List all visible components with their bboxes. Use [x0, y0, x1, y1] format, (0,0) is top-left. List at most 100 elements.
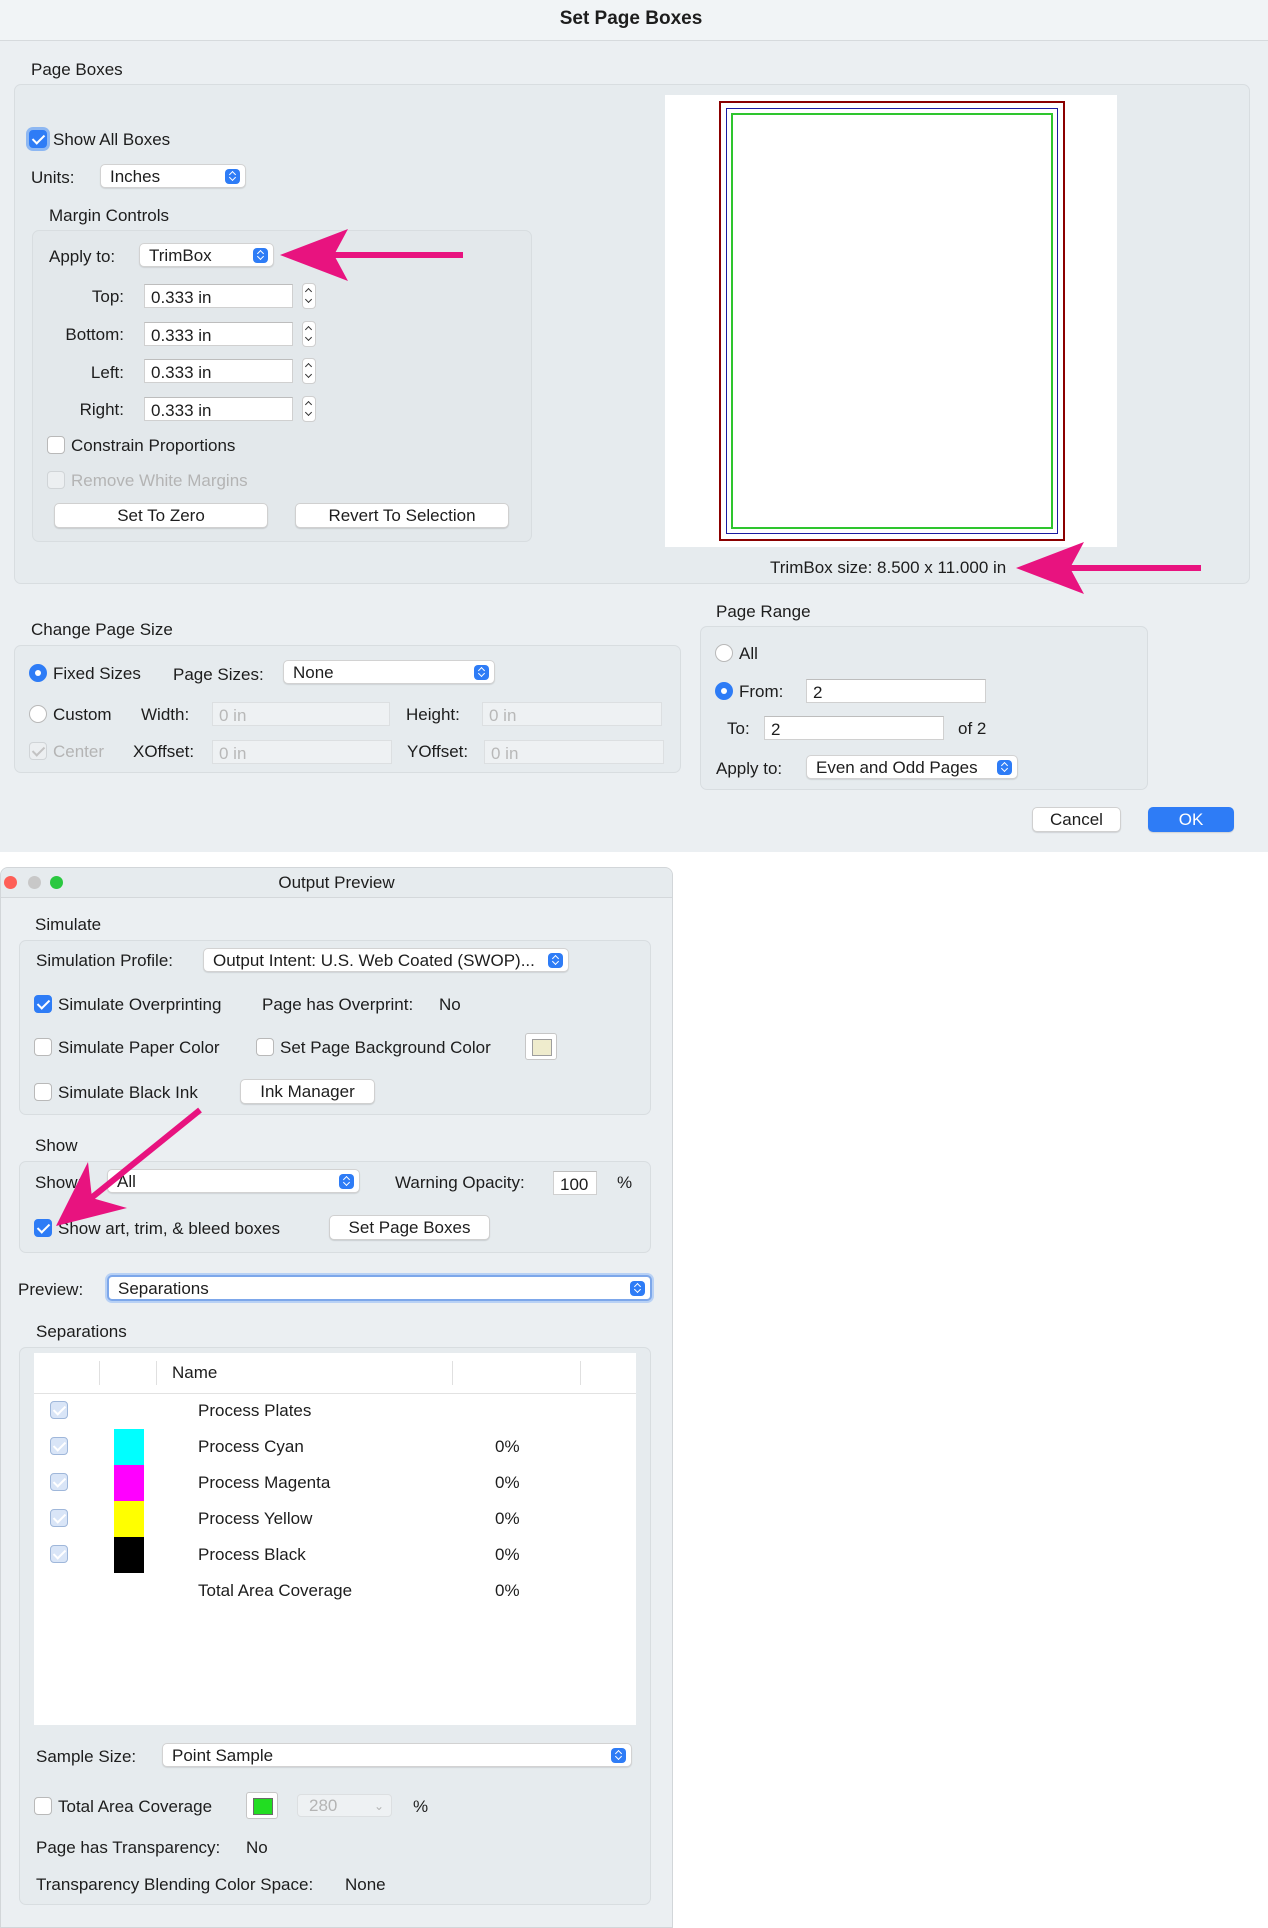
fixed-sizes-label[interactable]: Fixed Sizes: [53, 664, 141, 684]
constrain-proportions-checkbox[interactable]: [47, 436, 65, 454]
xoffset-field[interactable]: 0 in: [212, 740, 392, 764]
custom-label[interactable]: Custom: [53, 705, 112, 725]
row-visibility-checkbox[interactable]: [50, 1473, 68, 1491]
separation-name: Process Plates: [198, 1401, 312, 1420]
page-boxes-preview: [665, 95, 1117, 547]
all-pages-radio[interactable]: [715, 644, 733, 662]
units-select[interactable]: Inches: [100, 164, 246, 188]
of-pages-label: of 2: [958, 719, 987, 738]
table-row[interactable]: Total Area Coverage 0%: [34, 1573, 636, 1609]
dialog-title: Set Page Boxes: [559, 8, 703, 29]
preview-label: Preview:: [18, 1280, 84, 1299]
apply-to-select[interactable]: TrimBox: [139, 243, 274, 267]
yoffset-label: YOffset:: [407, 742, 469, 761]
width-field[interactable]: 0 in: [212, 702, 390, 726]
swatch-fill: [253, 1798, 273, 1815]
table-row[interactable]: Process Black 0%: [34, 1537, 636, 1573]
bottom-margin-field[interactable]: 0.333 in: [144, 322, 293, 346]
row-visibility-checkbox[interactable]: [50, 1545, 68, 1563]
simulate-black-ink-checkbox[interactable]: [34, 1083, 52, 1101]
warning-opacity-field[interactable]: 100: [553, 1171, 597, 1195]
fixed-sizes-radio[interactable]: [29, 664, 47, 682]
from-radio[interactable]: [715, 682, 733, 700]
chevron-updown-icon: [339, 1174, 354, 1189]
custom-radio[interactable]: [29, 705, 47, 723]
top-margin-field[interactable]: 0.333 in: [144, 284, 293, 308]
tac-value-combobox[interactable]: 280 ⌄: [297, 1794, 392, 1817]
constrain-proportions-label[interactable]: Constrain Proportions: [71, 436, 235, 456]
chevron-updown-icon: [611, 1748, 626, 1763]
margin-controls-label: Margin Controls: [49, 206, 169, 225]
from-field[interactable]: 2: [806, 679, 986, 703]
simulate-overprinting-label[interactable]: Simulate Overprinting: [58, 995, 221, 1015]
show-all-boxes-label[interactable]: Show All Boxes: [53, 130, 170, 150]
center-checkbox[interactable]: [29, 742, 47, 760]
table-row[interactable]: Process Plates: [34, 1393, 636, 1429]
revert-to-selection-button[interactable]: Revert To Selection: [295, 503, 509, 528]
set-page-boxes-button[interactable]: Set Page Boxes: [329, 1215, 490, 1240]
column-header-name[interactable]: Name: [172, 1363, 217, 1383]
apply-to-label: Apply to:: [49, 247, 116, 266]
tac-color-swatch[interactable]: [246, 1792, 278, 1819]
to-field[interactable]: 2: [764, 716, 944, 740]
table-row[interactable]: Process Yellow 0%: [34, 1501, 636, 1537]
top-label: Top:: [91, 287, 124, 306]
background-color-swatch[interactable]: [525, 1033, 557, 1060]
range-apply-to-select[interactable]: Even and Odd Pages: [806, 755, 1018, 779]
page-sizes-label: Page Sizes:: [173, 665, 264, 684]
left-margin-field[interactable]: 0.333 in: [144, 359, 293, 383]
height-field[interactable]: 0 in: [482, 702, 662, 726]
set-to-zero-button[interactable]: Set To Zero: [54, 503, 268, 528]
page-range-label: Page Range: [716, 602, 811, 621]
warning-opacity-percent: %: [617, 1173, 633, 1192]
right-margin-stepper[interactable]: [302, 396, 316, 422]
row-visibility-checkbox[interactable]: [50, 1401, 68, 1419]
preview-select[interactable]: Separations: [107, 1275, 652, 1301]
simulate-paper-color-checkbox[interactable]: [34, 1038, 52, 1056]
top-margin-stepper[interactable]: [302, 283, 316, 309]
chevron-updown-icon: [548, 953, 563, 968]
table-row[interactable]: Process Cyan 0%: [34, 1429, 636, 1465]
column-divider: [452, 1361, 453, 1385]
page-has-overprint-label: Page has Overprint:: [262, 995, 414, 1014]
set-page-background-color-checkbox[interactable]: [256, 1038, 274, 1056]
total-area-coverage-checkbox[interactable]: [34, 1797, 52, 1815]
remove-white-margins-label: Remove White Margins: [71, 471, 248, 490]
ok-button[interactable]: OK: [1148, 807, 1234, 832]
page-boxes-label: Page Boxes: [31, 60, 123, 79]
width-label: Width:: [141, 705, 190, 724]
set-page-background-color-label[interactable]: Set Page Background Color: [280, 1038, 491, 1058]
total-area-coverage-label[interactable]: Total Area Coverage: [58, 1797, 212, 1817]
to-label: To:: [727, 719, 750, 738]
sample-size-select[interactable]: Point Sample: [162, 1743, 632, 1767]
separation-value: 0%: [495, 1545, 520, 1564]
annotation-arrow-trimbox: [1016, 542, 1201, 594]
chevron-down-icon: ⌄: [374, 1799, 385, 1813]
all-pages-label[interactable]: All: [739, 644, 758, 664]
chevron-updown-icon: [997, 760, 1012, 775]
left-margin-stepper[interactable]: [302, 358, 316, 384]
remove-white-margins-checkbox[interactable]: [47, 471, 65, 489]
row-visibility-checkbox[interactable]: [50, 1437, 68, 1455]
cyan-swatch: [114, 1429, 144, 1465]
show-all-boxes-checkbox[interactable]: [29, 130, 47, 148]
simulate-overprinting-checkbox[interactable]: [34, 995, 52, 1013]
right-margin-field[interactable]: 0.333 in: [144, 397, 293, 421]
page-sizes-select[interactable]: None: [283, 660, 495, 684]
simulate-paper-color-label[interactable]: Simulate Paper Color: [58, 1038, 220, 1058]
chevron-updown-icon: [225, 169, 240, 184]
page-has-transparency-value: No: [246, 1838, 268, 1857]
column-divider: [99, 1361, 100, 1385]
from-label: From:: [739, 682, 784, 701]
xoffset-label: XOffset:: [133, 742, 195, 761]
bottom-margin-stepper[interactable]: [302, 321, 316, 347]
cancel-button[interactable]: Cancel: [1032, 807, 1121, 832]
simulation-profile-select[interactable]: Output Intent: U.S. Web Coated (SWOP)...: [203, 948, 569, 972]
annotation-arrow-show-boxes: [56, 1107, 202, 1226]
swatch-fill: [532, 1039, 552, 1056]
table-row[interactable]: Process Magenta 0%: [34, 1465, 636, 1501]
yoffset-field[interactable]: 0 in: [484, 740, 664, 764]
ink-manager-button[interactable]: Ink Manager: [240, 1079, 375, 1104]
row-visibility-checkbox[interactable]: [50, 1509, 68, 1527]
set-page-boxes-dialog: Set Page Boxes Page Boxes Show All Boxes…: [0, 0, 1268, 852]
